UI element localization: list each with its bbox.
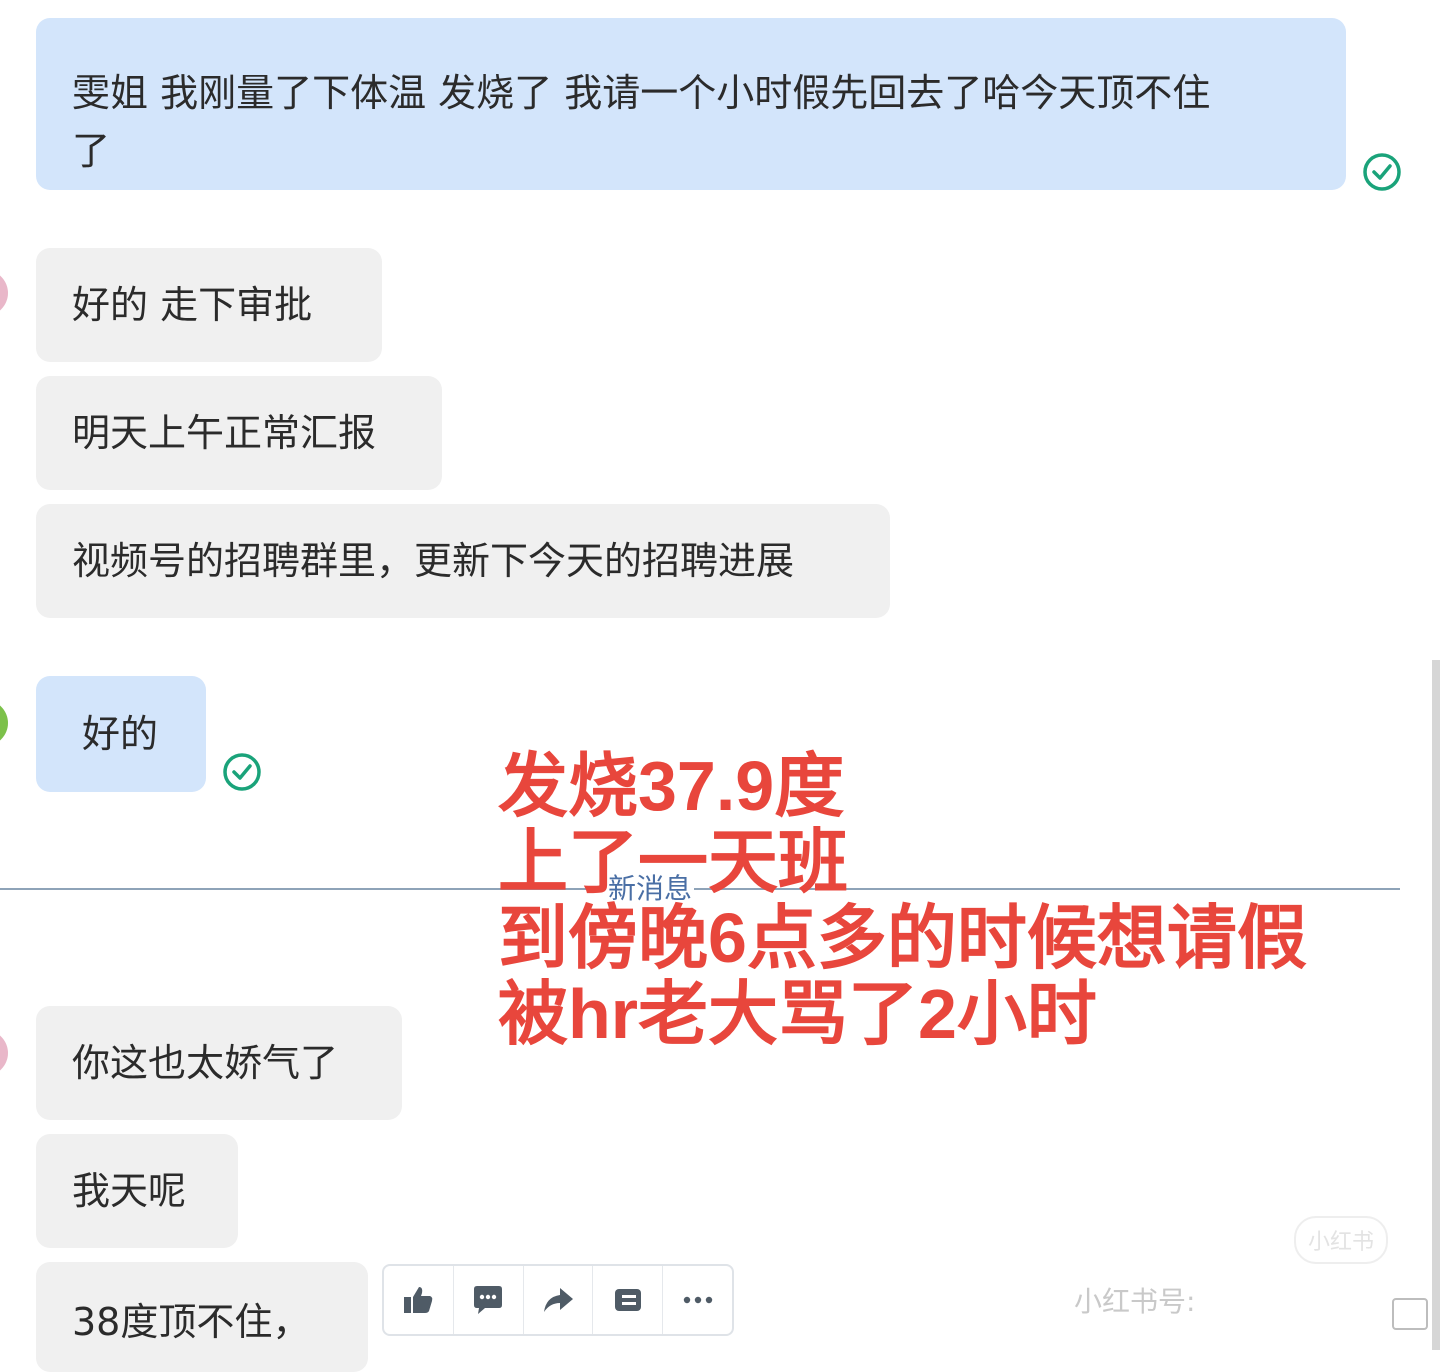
comment-icon bbox=[474, 1286, 503, 1314]
more-button[interactable] bbox=[663, 1266, 732, 1334]
avatar[interactable] bbox=[0, 700, 8, 746]
forward-icon bbox=[543, 1288, 573, 1312]
avatar[interactable] bbox=[0, 1030, 8, 1076]
message-text: 好的 走下审批 bbox=[72, 283, 313, 327]
overlay-caption: 发烧37.9度 上了一天班 到傍晚6点多的时候想请假 被hr老大骂了2小时 bbox=[498, 748, 1307, 1052]
message-text: 了 bbox=[72, 129, 111, 173]
message-bubble-received[interactable]: 视频号的招聘群里，更新下今天的招聘进展 bbox=[36, 504, 890, 618]
message-bubble-sent[interactable]: 好的 bbox=[36, 676, 206, 792]
read-check-icon bbox=[223, 753, 261, 791]
message-bubble-received[interactable]: 你这也太娇气了 bbox=[36, 1006, 402, 1120]
watermark-logo: 小红书 bbox=[1294, 1216, 1388, 1264]
overlay-line: 发烧37.9度 bbox=[498, 747, 845, 825]
message-action-toolbar bbox=[382, 1264, 734, 1336]
message-text: 我天呢 bbox=[72, 1169, 187, 1213]
message-bubble-sent[interactable]: 雯姐 我刚量了下体温 发烧了 我请一个小时假先回去了哈今天顶不住 了 bbox=[36, 18, 1346, 190]
read-check-icon bbox=[1363, 153, 1401, 191]
message-text: 38度顶不住， bbox=[72, 1300, 311, 1344]
overlay-line: 被hr老大骂了2小时 bbox=[498, 975, 1097, 1053]
bookmark-icon bbox=[614, 1289, 641, 1311]
more-icon bbox=[683, 1296, 712, 1304]
overlay-line: 到傍晚6点多的时候想请假 bbox=[498, 899, 1307, 977]
message-text: 雯姐 我刚量了下体温 发烧了 我请一个小时假先回去了哈今天顶不住 bbox=[72, 71, 1211, 115]
like-button[interactable] bbox=[384, 1266, 454, 1334]
bookmark-button[interactable] bbox=[593, 1266, 664, 1334]
message-text: 你这也太娇气了 bbox=[72, 1041, 339, 1085]
message-text: 好的 bbox=[82, 712, 159, 756]
message-text: 明天上午正常汇报 bbox=[72, 411, 377, 455]
forward-button[interactable] bbox=[524, 1266, 594, 1334]
message-bubble-received[interactable]: 我天呢 bbox=[36, 1134, 238, 1248]
message-bubble-received[interactable]: 38度顶不住， bbox=[36, 1262, 368, 1372]
message-text: 视频号的招聘群里，更新下今天的招聘进展 bbox=[72, 539, 795, 583]
message-bubble-received[interactable]: 明天上午正常汇报 bbox=[36, 376, 442, 490]
window-icon[interactable] bbox=[1392, 1298, 1428, 1330]
comment-button[interactable] bbox=[454, 1266, 524, 1334]
thumbs-up-icon bbox=[404, 1287, 433, 1313]
overlay-line: 上了一天班 bbox=[498, 823, 848, 901]
message-bubble-received[interactable]: 好的 走下审批 bbox=[36, 248, 382, 362]
watermark-text: 小红书号: bbox=[1074, 1285, 1196, 1318]
avatar[interactable] bbox=[0, 270, 8, 316]
scrollbar[interactable] bbox=[1432, 660, 1440, 1350]
